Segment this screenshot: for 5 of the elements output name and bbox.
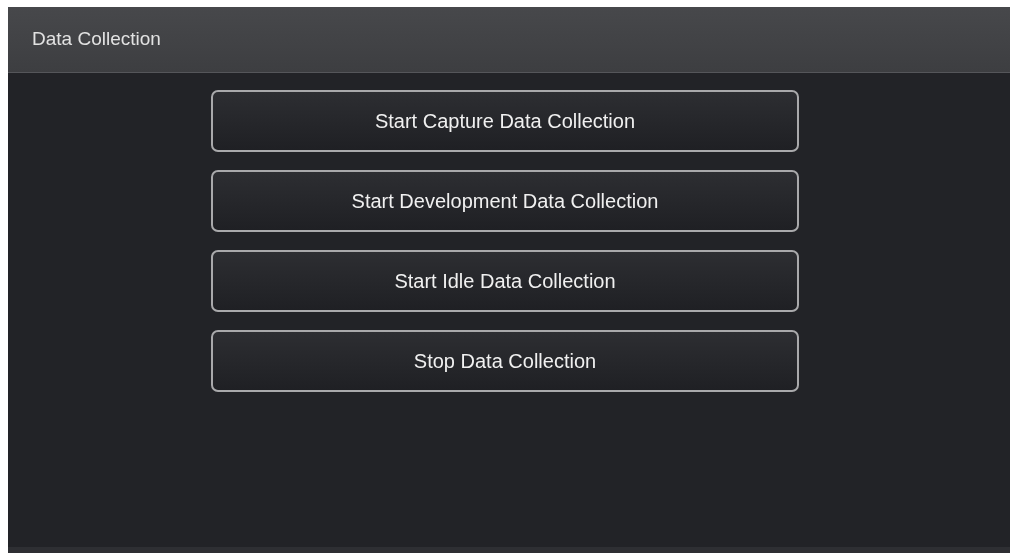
panel-title: Data Collection [32,27,161,52]
action-button[interactable]: Start Capture Data Collection [211,90,799,152]
action-button[interactable]: Start Development Data Collection [211,170,799,232]
action-button[interactable]: Stop Data Collection [211,330,799,392]
action-button[interactable]: Start Idle Data Collection [211,250,799,312]
